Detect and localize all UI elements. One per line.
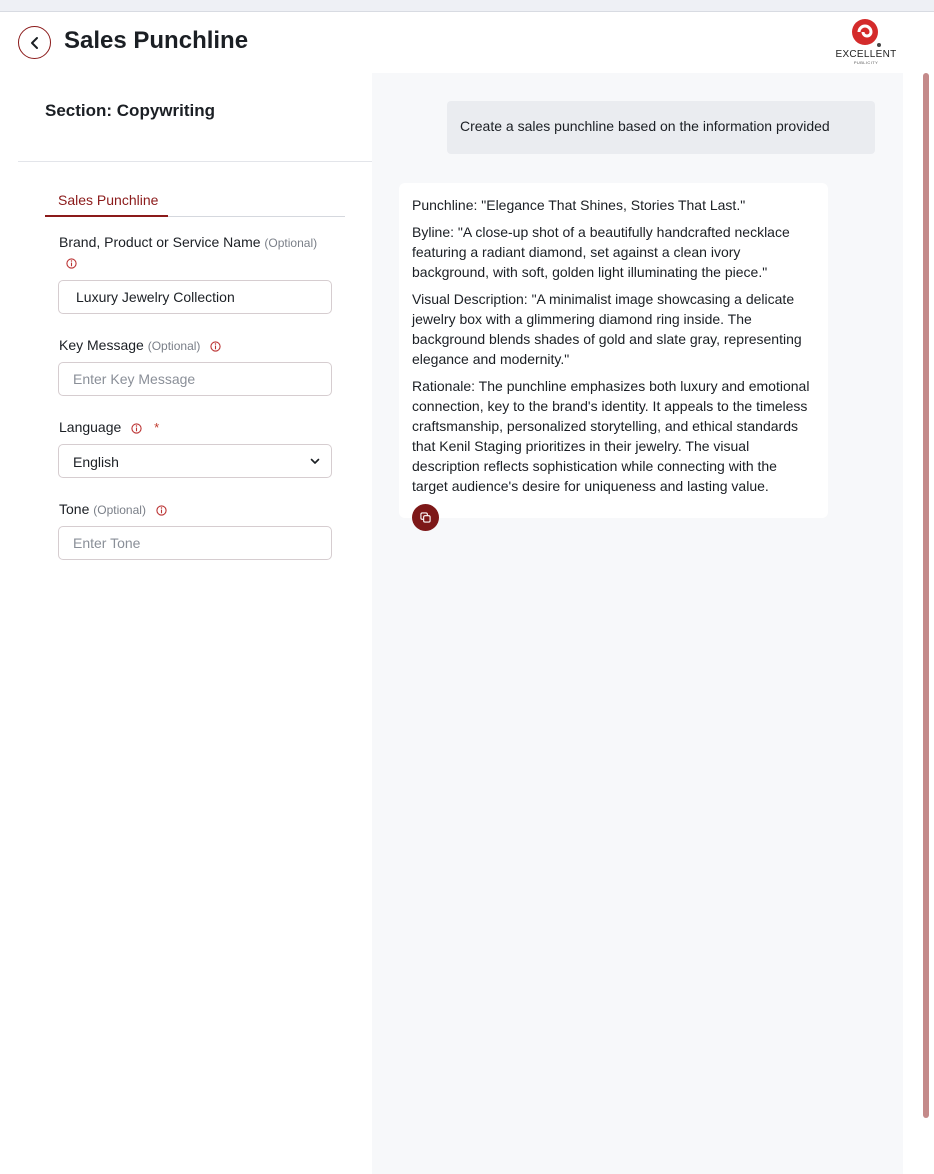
response-byline: Byline: "A close-up shot of a beautifull… [412, 224, 790, 280]
company-logo: EXCELLENT PUBLICITY [830, 18, 902, 66]
key-message-optional-text: (Optional) [147, 339, 201, 353]
info-icon[interactable] [156, 505, 167, 516]
back-arrow-icon [30, 36, 38, 49]
language-label-text: Language [59, 419, 122, 435]
tab-sales-punchline[interactable]: Sales Punchline [45, 188, 168, 217]
output-panel: Create a sales punchline based on the in… [372, 73, 903, 1174]
tone-optional-text: (Optional) [93, 503, 146, 517]
logo-swirl-icon [852, 19, 881, 47]
tone-input[interactable] [58, 526, 332, 560]
tone-label: Tone (Optional) [59, 501, 167, 517]
info-icon[interactable] [66, 258, 77, 269]
response-punchline: Punchline: "Elegance That Shines, Storie… [412, 197, 746, 213]
copy-icon [420, 512, 431, 523]
form-panel: Section: Copywriting Sales Punchline Bra… [0, 73, 372, 1174]
key-message-label: Key Message (Optional) [59, 337, 221, 353]
logo-text: EXCELLENT [835, 49, 897, 60]
copy-button[interactable] [412, 504, 439, 531]
response-card: Punchline: "Elegance That Shines, Storie… [399, 183, 828, 518]
tone-label-text: Tone [59, 501, 90, 517]
divider [18, 161, 372, 162]
right-edge [903, 73, 934, 1174]
browser-top-strip [0, 0, 934, 12]
brand-input[interactable] [58, 280, 332, 314]
language-label: Language * [59, 419, 159, 435]
key-message-input[interactable] [58, 362, 332, 396]
prompt-bubble: Create a sales punchline based on the in… [447, 101, 875, 154]
info-icon[interactable] [210, 341, 221, 352]
response-rationale: Rationale: The punchline emphasizes both… [412, 378, 810, 494]
brand-optional-text: (Optional) [264, 236, 318, 250]
brand-label-text: Brand, Product or Service Name [59, 234, 261, 250]
page-header: Sales Punchline EXCELLENT PUBLICITY [0, 12, 934, 73]
language-select[interactable]: English [58, 444, 332, 478]
logo-subtext: PUBLICITY [853, 60, 879, 65]
back-button[interactable] [18, 26, 51, 59]
info-icon[interactable] [131, 423, 142, 434]
page-title: Sales Punchline [64, 27, 249, 54]
section-title: Section: Copywriting [45, 101, 215, 120]
required-mark: * [154, 420, 160, 435]
language-selected-value: English [73, 454, 119, 470]
brand-field-label: Brand, Product or Service Name (Optional… [59, 234, 317, 250]
key-message-label-text: Key Message [59, 337, 144, 353]
scrollbar[interactable] [923, 73, 929, 1118]
chevron-down-icon [310, 458, 320, 464]
response-visual-description: Visual Description: "A minimalist image … [412, 291, 802, 367]
tab-bar: Sales Punchline [45, 188, 345, 217]
